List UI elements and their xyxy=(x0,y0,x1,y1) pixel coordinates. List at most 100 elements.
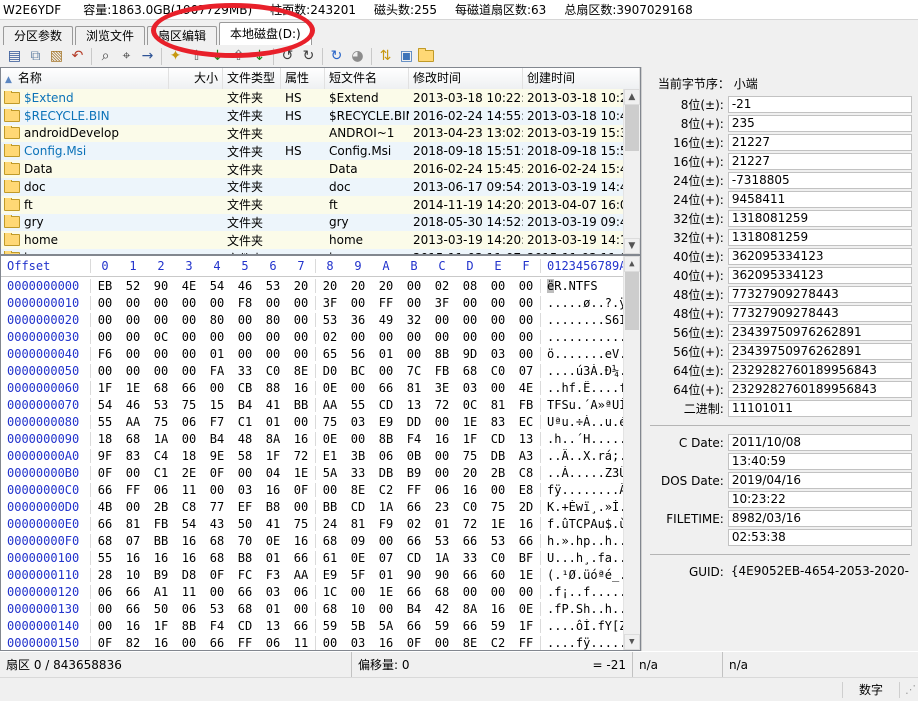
hex-byte[interactable]: 20 xyxy=(372,279,400,293)
notes-window-icon[interactable]: ▣ xyxy=(396,47,417,66)
interpreter-value[interactable]: 23439750976262891 xyxy=(728,324,912,341)
hex-byte[interactable]: 00 xyxy=(344,330,372,344)
hex-byte[interactable]: DB xyxy=(372,466,400,480)
hex-byte[interactable]: 88 xyxy=(259,381,287,395)
hex-byte[interactable]: 75 xyxy=(484,500,512,514)
hex-byte[interactable]: 66 xyxy=(119,585,147,599)
hex-bytes-8-f[interactable]: 0E0066813E03004E xyxy=(316,381,540,395)
hex-bytes-8-f[interactable]: E95F01909066601E xyxy=(316,568,540,582)
hex-byte[interactable]: 60 xyxy=(484,568,512,582)
hex-row[interactable]: 000000003000000C000000000002000000000000… xyxy=(1,328,624,345)
hex-byte[interactable]: 8E xyxy=(344,483,372,497)
hex-byte[interactable]: 06 xyxy=(372,449,400,463)
hex-byte[interactable]: D8 xyxy=(175,568,203,582)
hex-bytes-0-7[interactable]: 00161F8BF4CD1366 xyxy=(91,619,316,633)
hex-byte[interactable]: 53 xyxy=(259,279,287,293)
hex-byte[interactable]: 81 xyxy=(484,398,512,412)
hex-byte[interactable]: 09 xyxy=(344,534,372,548)
hex-byte[interactable]: 68 xyxy=(203,551,231,565)
hex-byte[interactable]: 50 xyxy=(231,517,259,531)
hex-byte[interactable]: 13 xyxy=(259,619,287,633)
hex-byte[interactable]: 16 xyxy=(287,534,315,548)
hex-byte[interactable]: 20 xyxy=(344,279,372,293)
hex-byte[interactable]: 00 xyxy=(344,296,372,310)
hex-byte[interactable]: 00 xyxy=(484,296,512,310)
goto-offset-icon[interactable]: → xyxy=(137,47,158,66)
swap-buffers-icon[interactable]: ⇅ xyxy=(375,47,396,66)
hex-byte[interactable]: 00 xyxy=(484,279,512,293)
hex-row[interactable]: 00000000705446537515B441BBAA55CD13720C81… xyxy=(1,396,624,413)
hex-byte[interactable]: 04 xyxy=(259,466,287,480)
hex-byte[interactable]: 00 xyxy=(147,347,175,361)
hex-byte[interactable]: 06 xyxy=(259,636,287,650)
hex-byte[interactable]: 61 xyxy=(316,551,344,565)
hex-byte[interactable]: 59 xyxy=(484,619,512,633)
hex-byte[interactable]: BB xyxy=(147,534,175,548)
hex-byte[interactable]: B4 xyxy=(203,432,231,446)
hex-byte[interactable]: 68 xyxy=(456,364,484,378)
hex-byte[interactable]: 77 xyxy=(203,500,231,514)
hex-byte[interactable]: 9E xyxy=(203,449,231,463)
hex-bytes-0-7[interactable]: 5446537515B441BB xyxy=(91,398,316,412)
hex-byte[interactable]: 53 xyxy=(428,534,456,548)
hex-byte[interactable]: 8E xyxy=(287,364,315,378)
hex-byte[interactable]: 00 xyxy=(428,466,456,480)
hex-bytes-0-7[interactable]: 9F83C4189E581F72 xyxy=(91,449,316,463)
file-row[interactable]: home文件夹home2013-03-19 14:20:232013-03-19… xyxy=(1,231,624,249)
hex-ascii[interactable]: ....fÿ........Âÿ xyxy=(540,636,624,650)
hex-byte[interactable]: 90 xyxy=(147,279,175,293)
hex-byte[interactable]: 0F xyxy=(91,466,119,480)
hex-byte[interactable]: 16 xyxy=(484,602,512,616)
hex-byte[interactable]: 8B xyxy=(372,432,400,446)
hex-byte[interactable]: 00 xyxy=(91,296,119,310)
hex-byte[interactable]: 75 xyxy=(147,415,175,429)
hex-byte[interactable]: B4 xyxy=(231,398,259,412)
hex-row[interactable]: 00000001005516161668B80166610E07CD1A33C0… xyxy=(1,549,624,566)
hex-row[interactable]: 00000001500F82160066FF06110003160F008EC2… xyxy=(1,634,624,650)
hex-byte[interactable]: 90 xyxy=(428,568,456,582)
hex-byte[interactable]: 00 xyxy=(400,296,428,310)
rotate-right-icon[interactable]: ↻ xyxy=(298,47,319,66)
hex-byte[interactable]: 0C xyxy=(456,398,484,412)
hex-byte[interactable]: 00 xyxy=(203,296,231,310)
hex-byte[interactable]: FF xyxy=(400,483,428,497)
hex-row[interactable]: 00000000E06681FB54435041752481F90201721E… xyxy=(1,515,624,532)
hex-byte[interactable]: 00 xyxy=(484,381,512,395)
interpreter-value[interactable]: 21227 xyxy=(728,134,912,151)
hex-byte[interactable]: 13 xyxy=(400,398,428,412)
hex-row[interactable]: 000000009018681A00B4488A160E008BF4161FCD… xyxy=(1,430,624,447)
hex-byte[interactable]: 3F xyxy=(316,296,344,310)
hex-byte[interactable]: 16 xyxy=(372,636,400,650)
hex-byte[interactable]: 33 xyxy=(344,466,372,480)
hex-byte[interactable]: 00 xyxy=(259,296,287,310)
hex-byte[interactable]: 07 xyxy=(119,534,147,548)
hex-byte[interactable]: 00 xyxy=(175,636,203,650)
hex-byte[interactable]: 16 xyxy=(287,432,315,446)
hex-byte[interactable]: FF xyxy=(372,296,400,310)
hex-byte[interactable]: 42 xyxy=(428,602,456,616)
hex-byte[interactable]: EB xyxy=(91,279,119,293)
hex-byte[interactable]: B8 xyxy=(259,500,287,514)
file-row[interactable]: androidDevelop文件夹ANDROI~12013-04-23 13:0… xyxy=(1,125,624,143)
hex-byte[interactable]: 46 xyxy=(231,279,259,293)
interpreter-value[interactable]: 1318081259 xyxy=(728,210,912,227)
hex-byte[interactable]: 00 xyxy=(512,313,540,327)
hex-byte[interactable]: 59 xyxy=(316,619,344,633)
hex-byte[interactable]: 66 xyxy=(512,534,540,548)
hex-byte[interactable]: 00 xyxy=(428,330,456,344)
hex-byte[interactable]: 3B xyxy=(344,449,372,463)
hex-byte[interactable]: 68 xyxy=(231,602,259,616)
hex-byte[interactable]: 00 xyxy=(372,364,400,378)
hex-byte[interactable]: 8A xyxy=(456,602,484,616)
interpreter-value[interactable]: -21 xyxy=(728,96,912,113)
hex-byte[interactable]: 0F xyxy=(91,636,119,650)
hex-byte[interactable]: 41 xyxy=(259,398,287,412)
hex-byte[interactable]: 0C xyxy=(147,330,175,344)
hex-byte[interactable]: 00 xyxy=(484,585,512,599)
search-icon[interactable]: ⌕ xyxy=(95,47,116,66)
hex-byte[interactable]: 00 xyxy=(203,381,231,395)
hex-row[interactable]: 00000000F06807BB1668700E1668090066536653… xyxy=(1,532,624,549)
hex-byte[interactable]: 0E xyxy=(316,381,344,395)
hex-byte[interactable]: 00 xyxy=(400,330,428,344)
hex-byte[interactable]: 72 xyxy=(287,449,315,463)
